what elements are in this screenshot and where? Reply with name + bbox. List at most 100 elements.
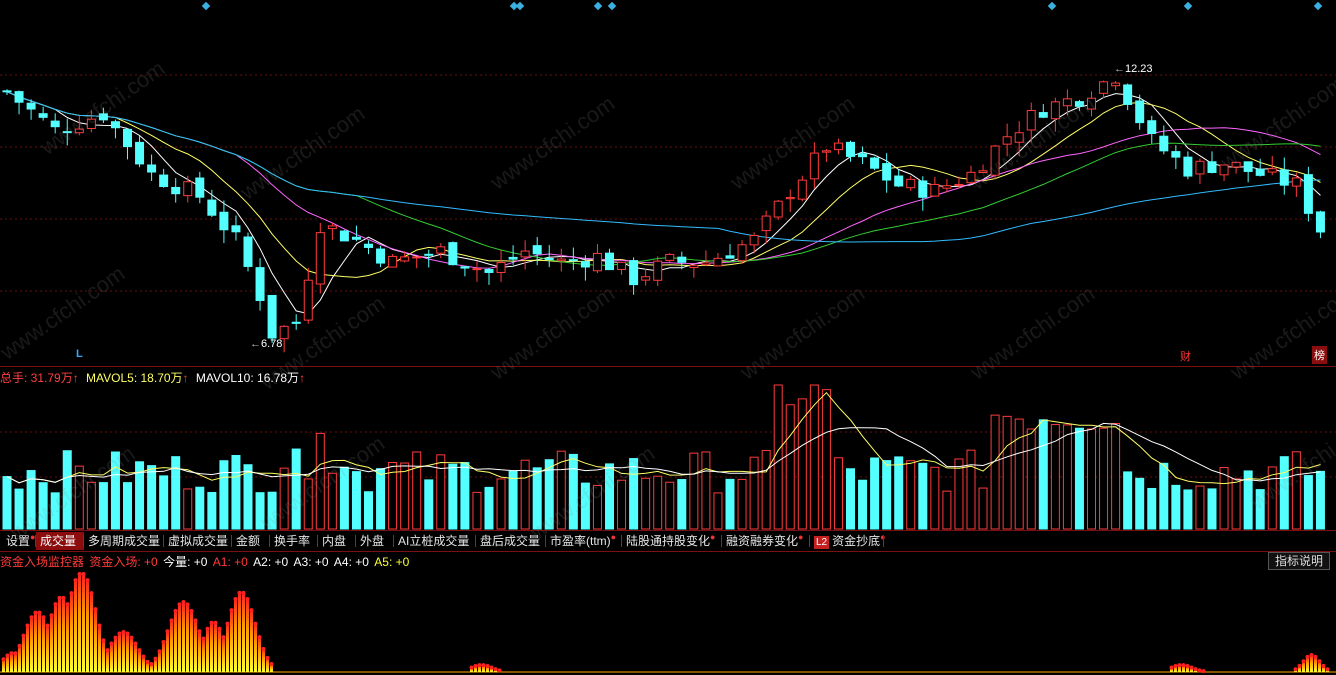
fund-bar-cap — [1305, 654, 1310, 659]
fund-bar-cap — [105, 648, 110, 653]
fund-monitor-panel[interactable] — [0, 571, 1336, 675]
fund-bar — [130, 637, 133, 672]
candle-body — [713, 257, 723, 267]
volume-chart[interactable] — [0, 367, 1336, 531]
volume-bar — [86, 481, 96, 530]
mavol5-arrow: ↑ — [182, 371, 189, 385]
tab-13[interactable]: L2资金抄底● — [810, 532, 886, 550]
tab-9[interactable]: 盘后成交量 — [476, 532, 546, 550]
fund-bar — [38, 612, 41, 672]
tab-7[interactable]: 外盘 — [356, 532, 394, 550]
tab-10[interactable]: 市盈率(ttm)● — [546, 532, 622, 550]
fund-bar — [226, 623, 229, 672]
fund-bar-cap — [109, 641, 114, 646]
fund-bar — [206, 628, 209, 672]
tab-label: 盘后成交量 — [480, 534, 541, 548]
volume-bar — [50, 492, 60, 530]
fund-bar — [214, 622, 217, 672]
volume-bar — [424, 479, 434, 530]
candle-body — [219, 211, 229, 231]
candle-body — [1050, 101, 1060, 120]
fund-bar-cap — [33, 610, 38, 615]
fund-bar-cap — [97, 623, 102, 628]
fund-bar-cap — [473, 664, 478, 669]
volume-bar — [605, 463, 614, 530]
price-chart-panel[interactable]: ←12.23 ←6.78 L 财 榜 — [0, 0, 1336, 366]
fund-bar-cap — [217, 626, 222, 631]
volume-bar — [147, 465, 157, 530]
tab-4[interactable]: 金额 — [232, 532, 270, 550]
volume-bar — [761, 449, 771, 530]
fund-bar — [22, 635, 25, 672]
ma60-line — [6, 91, 1321, 243]
fund-bar — [186, 604, 189, 672]
finance-marker[interactable]: 财 — [1180, 348, 1191, 364]
fund-bar-cap — [1297, 663, 1302, 668]
candle-body — [1183, 156, 1193, 177]
tab-0[interactable]: 设置● — [2, 532, 36, 550]
volume-bar — [785, 404, 795, 530]
candle-body — [882, 163, 892, 181]
fund-bar-cap — [1317, 659, 1322, 664]
candle-body — [580, 261, 590, 268]
candle-body — [785, 197, 795, 200]
candle-body — [376, 248, 386, 264]
fund-bar — [266, 657, 269, 672]
volume-bar — [183, 488, 193, 530]
candle-body — [990, 145, 1000, 176]
tab-3[interactable]: 虚拟成交量 — [164, 532, 232, 550]
volume-bar — [930, 466, 940, 530]
candle-body — [846, 141, 855, 157]
tab-1[interactable]: 成交量 — [36, 532, 84, 550]
candle-body — [183, 181, 193, 197]
volume-bar — [508, 470, 518, 530]
total-arrow: ↑ — [72, 371, 79, 385]
volume-bar — [1111, 422, 1121, 530]
candle-body — [195, 177, 205, 198]
tab-11[interactable]: 陆股通持股变化● — [622, 532, 722, 550]
indicator-help-button[interactable]: 指标说明 — [1267, 552, 1330, 570]
fund-monitor-chart[interactable] — [0, 571, 1336, 675]
tab-5[interactable]: 换手率 — [270, 532, 318, 550]
l-marker[interactable]: L — [76, 348, 83, 360]
ranking-marker[interactable]: 榜 — [1312, 346, 1327, 364]
candle-body — [1279, 169, 1289, 186]
fund-bar-cap — [1293, 667, 1298, 672]
volume-bar — [978, 487, 988, 530]
candle-body — [351, 236, 361, 240]
volume-bar — [279, 467, 289, 530]
fund-bar-cap — [177, 602, 182, 607]
tab-6[interactable]: 内盘 — [318, 532, 356, 550]
fund-bar — [170, 620, 173, 672]
mavol10-label: MAVOL10: 16.78万 — [195, 371, 300, 385]
candle-body — [231, 225, 241, 233]
tab-label: AI立桩成交量 — [398, 534, 470, 548]
fund-bar-cap — [209, 620, 214, 625]
candle-body — [966, 171, 976, 184]
fund-bar-cap — [249, 608, 254, 613]
tab-12[interactable]: 融资融券变化● — [722, 532, 810, 550]
fund-bar-cap — [9, 651, 14, 656]
fund-a2-value: A2: +0 — [253, 555, 289, 569]
volume-panel[interactable]: 总手: 31.79万↑ MAVOL5: 18.70万↑ MAVOL10: 16.… — [0, 366, 1336, 531]
volume-bar — [942, 490, 952, 530]
fund-bar-cap — [1177, 663, 1182, 668]
candle-body — [725, 255, 735, 259]
tab-label: 资金抄底 — [832, 534, 881, 548]
tab-8[interactable]: AI立桩成交量 — [394, 532, 476, 550]
candle-body — [1038, 112, 1048, 118]
fund-bar — [210, 622, 213, 672]
volume-bar — [954, 458, 964, 530]
volume-bar — [448, 463, 458, 530]
candle-body — [484, 269, 494, 273]
ma5-line — [6, 91, 1321, 315]
candle-body — [797, 179, 807, 200]
tab-2[interactable]: 多周期成交量 — [84, 532, 164, 550]
candlestick-chart[interactable] — [0, 0, 1336, 366]
volume-bar — [195, 486, 205, 530]
volume-bar — [1207, 488, 1217, 530]
volume-bar — [629, 458, 639, 530]
fund-bar — [162, 641, 165, 672]
candle-body — [424, 253, 434, 256]
volume-bar — [797, 398, 807, 530]
